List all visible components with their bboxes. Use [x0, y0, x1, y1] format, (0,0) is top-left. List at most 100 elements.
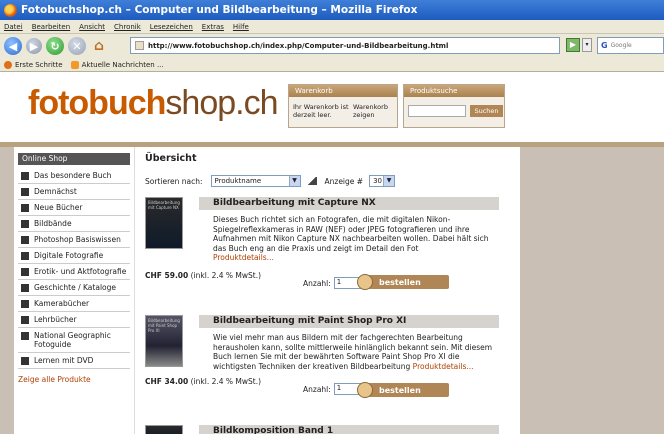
- price-value: CHF 34.00: [145, 377, 189, 386]
- menu-extras[interactable]: Extras: [202, 23, 224, 31]
- sidebar-item[interactable]: Digitale Fotografie: [18, 248, 130, 264]
- sidebar-item-label: Demnächst: [34, 187, 77, 196]
- sidebar-item-label: Bildbände: [34, 219, 72, 228]
- order-button[interactable]: bestellen: [357, 382, 449, 398]
- back-arrow-icon[interactable]: ◀: [4, 37, 22, 55]
- sort-label: Sortieren nach:: [145, 176, 203, 186]
- bullet-icon: [21, 236, 29, 244]
- site-logo[interactable]: fotobuchshop.ch: [28, 84, 279, 123]
- quantity-group: Anzahl: 1: [303, 383, 362, 395]
- menu-chronik[interactable]: Chronik: [114, 23, 141, 31]
- sidebar-item[interactable]: Kamerabücher: [18, 296, 130, 312]
- sidebar-item[interactable]: Das besondere Buch: [18, 168, 130, 184]
- bookmark-label: Erste Schritte: [15, 60, 63, 69]
- sidebar-item[interactable]: Demnächst: [18, 184, 130, 200]
- quantity-label: Anzahl:: [303, 278, 331, 288]
- bullet-icon: [21, 284, 29, 292]
- product-cover-image[interactable]: [145, 425, 183, 434]
- forward-arrow-icon[interactable]: ▶: [26, 38, 42, 54]
- product-search-title: Produktsuche: [404, 85, 504, 97]
- reload-icon[interactable]: ↻: [46, 37, 64, 55]
- bullet-icon: [21, 268, 29, 276]
- sidebar-item-label: Erotik- und Aktfotografie: [34, 267, 127, 276]
- cart-link[interactable]: Warenkorb zeigen: [353, 103, 393, 119]
- bullet-icon: [21, 204, 29, 212]
- sort-select[interactable]: Produktname ▼: [210, 175, 301, 187]
- web-search-input[interactable]: G Google: [597, 37, 664, 54]
- bullet-icon: [21, 332, 29, 340]
- sidebar-heading: Online Shop: [18, 153, 130, 165]
- product-price: CHF 34.00 (inkl. 2.4 % MwSt.): [145, 377, 261, 386]
- sidebar-item[interactable]: Lernen mit DVD: [18, 353, 130, 369]
- sidebar-item-label: Digitale Fotografie: [34, 251, 104, 260]
- logo-part1: fotobuch: [28, 84, 166, 122]
- cover-text: Bildbearbeitung mit Paint Shop Pro XI: [148, 318, 180, 333]
- bookmarks-bar: Erste Schritte Aktuelle Nachrichten ...: [0, 58, 664, 72]
- bullet-icon: [21, 300, 29, 308]
- google-icon[interactable]: G: [601, 41, 608, 50]
- product-item: Bildbearbeitung mit Capture NX Bildbearb…: [143, 197, 519, 307]
- vat-note: (inkl. 2.4 % MwSt.): [190, 271, 262, 280]
- product-title[interactable]: Bildbearbeitung mit Paint Shop Pro XI: [199, 315, 499, 328]
- sidebar-item[interactable]: Lehrbücher: [18, 312, 130, 328]
- product-search-panel: Produktsuche Suchen: [403, 84, 505, 128]
- order-button-label: bestellen: [379, 385, 421, 395]
- sidebar-item[interactable]: Neue Bücher: [18, 200, 130, 216]
- product-price: CHF 59.00 (inkl. 2.4 % MwSt.): [145, 271, 261, 280]
- page-icon: [135, 41, 144, 50]
- sort-direction-icon[interactable]: [306, 177, 317, 185]
- sidebar-item-label: Kamerabücher: [34, 299, 90, 308]
- sidebar-item[interactable]: Bildbände: [18, 216, 130, 232]
- product-title[interactable]: Bildkomposition Band 1: [199, 425, 499, 434]
- bookmark-label: Aktuelle Nachrichten ...: [81, 60, 164, 69]
- cart-title: Warenkorb: [289, 85, 397, 97]
- history-dropdown-icon[interactable]: ▾: [582, 38, 592, 52]
- quantity-group: Anzahl: 1: [303, 277, 362, 289]
- bookmark-aktuelle-nachrichten[interactable]: Aktuelle Nachrichten ...: [70, 60, 164, 69]
- product-details-link[interactable]: Produktdetails...: [413, 362, 474, 371]
- menu-ansicht[interactable]: Ansicht: [79, 23, 105, 31]
- product-description: Wie viel mehr man aus Bildern mit der fa…: [213, 333, 503, 371]
- cart-icon: [357, 274, 373, 290]
- window-title: Fotobuchshop.ch – Computer und Bildbearb…: [21, 4, 418, 16]
- bookmark-icon: [4, 60, 12, 69]
- order-button[interactable]: bestellen: [357, 274, 449, 290]
- home-icon[interactable]: ⌂: [90, 37, 108, 55]
- url-text: http://www.fotobuchshop.ch/index.php/Com…: [148, 41, 449, 50]
- product-details-link[interactable]: Produktdetails...: [213, 253, 274, 262]
- sidebar-item[interactable]: Photoshop Basiswissen: [18, 232, 130, 248]
- sort-select-value: Produktname: [214, 177, 262, 185]
- product-cover-image[interactable]: Bildbearbeitung mit Paint Shop Pro XI: [145, 315, 183, 367]
- menu-bearbeiten[interactable]: Bearbeiten: [32, 23, 70, 31]
- bullet-icon: [21, 188, 29, 196]
- sidebar-item[interactable]: National Geographic Fotoguide: [18, 328, 130, 353]
- show-all-products-link[interactable]: Zeige alle Produkte: [18, 375, 130, 384]
- product-item: Bildkomposition Band 1: [143, 425, 519, 434]
- product-search-input[interactable]: [408, 105, 466, 117]
- menu-hilfe[interactable]: Hilfe: [233, 23, 249, 31]
- vat-note: (inkl. 2.4 % MwSt.): [190, 377, 262, 386]
- page-background: [520, 147, 664, 434]
- sidebar-item-label: Geschichte / Kataloge: [34, 283, 116, 292]
- chevron-down-icon: ▼: [288, 176, 300, 186]
- bullet-icon: [21, 316, 29, 324]
- product-description: Dieses Buch richtet sich an Fotografen, …: [213, 215, 503, 263]
- product-cover-image[interactable]: Bildbearbeitung mit Capture NX: [145, 197, 183, 249]
- site-header: fotobuchshop.ch Warenkorb Ihr Warenkorb …: [0, 72, 664, 142]
- logo-part2: shop.ch: [165, 84, 278, 122]
- sidebar-item-label: National Geographic Fotoguide: [34, 331, 111, 349]
- url-bar[interactable]: http://www.fotobuchshop.ch/index.php/Com…: [130, 37, 560, 54]
- count-select[interactable]: 30 ▼: [369, 175, 396, 187]
- product-search-button[interactable]: Suchen: [470, 105, 503, 117]
- firefox-icon: [4, 3, 17, 17]
- bullet-icon: [21, 357, 29, 365]
- stop-icon[interactable]: ✕: [68, 37, 86, 55]
- product-title[interactable]: Bildbearbeitung mit Capture NX: [199, 197, 499, 210]
- sidebar-item[interactable]: Geschichte / Kataloge: [18, 280, 130, 296]
- menu-lesezeichen[interactable]: Lesezeichen: [150, 23, 193, 31]
- product-item: Bildbearbeitung mit Paint Shop Pro XI Bi…: [143, 315, 519, 415]
- bookmark-erste-schritte[interactable]: Erste Schritte: [4, 60, 63, 69]
- go-button[interactable]: ▶: [566, 38, 580, 52]
- menu-datei[interactable]: Datei: [4, 23, 23, 31]
- sidebar-item[interactable]: Erotik- und Aktfotografie: [18, 264, 130, 280]
